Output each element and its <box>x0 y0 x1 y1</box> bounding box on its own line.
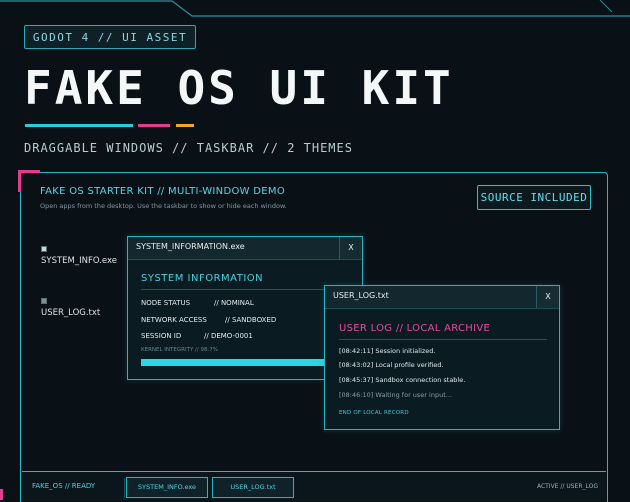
integrity-label: KERNEL INTEGRITY // 98.7% <box>141 347 218 353</box>
source-included-button[interactable]: SOURCE INCLUDED <box>477 185 591 210</box>
page-subtitle: DRAGGABLE WINDOWS // TASKBAR // 2 THEMES <box>24 141 353 155</box>
taskbar-status: FAKE_OS // READY <box>32 482 96 490</box>
log-line: [08:46:10] Waiting for user input... <box>339 391 452 399</box>
page-title: FAKE OS UI KIT <box>24 61 454 115</box>
taskbar-active-label: ACTIVE // USER_LOG <box>536 483 598 490</box>
desktop-icon-user-log[interactable]: USER_LOG.txt <box>41 308 100 318</box>
desktop-icon-system-info[interactable]: SYSTEM_INFO.exe <box>41 256 117 266</box>
top-decor-line <box>0 0 630 17</box>
system-heading: SYSTEM INFORMATION <box>141 273 264 284</box>
row-key: NETWORK ACCESS <box>141 316 207 324</box>
row-value: // DEMO-0001 <box>204 332 253 340</box>
underline-orange <box>176 124 194 127</box>
taskbar-button-system-info[interactable]: SYSTEM_INFO.exe <box>126 477 208 498</box>
divider <box>141 289 351 290</box>
close-button[interactable]: X <box>536 286 559 308</box>
taskbar-divider <box>124 478 125 498</box>
underline-magenta <box>138 124 170 127</box>
row-value: // NOMINAL <box>214 299 254 307</box>
underline-cyan <box>25 124 133 127</box>
taskbar: FAKE_OS // READY SYSTEM_INFO.exe USER_LO… <box>22 471 606 501</box>
window-titlebar[interactable]: USER_LOG.txt X <box>325 286 559 309</box>
row-value: // SANDBOXED <box>225 316 277 324</box>
log-line: [08:45:37] Sandbox connection stable. <box>339 376 466 384</box>
row-key: NODE STATUS <box>141 299 191 307</box>
log-end-marker: END OF LOCAL RECORD <box>339 410 409 416</box>
log-line: [08:42:11] Session initialized. <box>339 347 436 355</box>
corner-accent-bottom <box>0 489 3 500</box>
log-heading: USER LOG // LOCAL ARCHIVE <box>339 323 491 334</box>
user-log-window[interactable]: USER_LOG.txt X USER LOG // LOCAL ARCHIVE… <box>324 285 560 430</box>
close-button[interactable]: X <box>339 237 362 259</box>
log-line: [08:43:02] Local profile verified. <box>339 361 444 369</box>
window-title: SYSTEM_INFORMATION.exe <box>136 242 245 251</box>
desktop-title: FAKE OS STARTER KIT // MULTI-WINDOW DEMO <box>40 186 286 197</box>
integrity-progress-fill <box>141 359 349 366</box>
taskbar-button-user-log[interactable]: USER_LOG.txt <box>212 477 294 498</box>
corner-accent <box>18 170 40 192</box>
divider <box>339 339 547 340</box>
window-title: USER_LOG.txt <box>333 291 389 300</box>
asset-badge: GODOT 4 // UI ASSET <box>24 25 196 49</box>
integrity-progress-bar <box>141 359 351 366</box>
window-titlebar[interactable]: SYSTEM_INFORMATION.exe X <box>128 237 362 260</box>
desktop-hint: Open apps from the desktop. Use the task… <box>40 202 287 210</box>
row-key: SESSION ID <box>141 332 182 340</box>
document-icon[interactable] <box>41 298 47 304</box>
window-icon[interactable] <box>41 246 47 252</box>
